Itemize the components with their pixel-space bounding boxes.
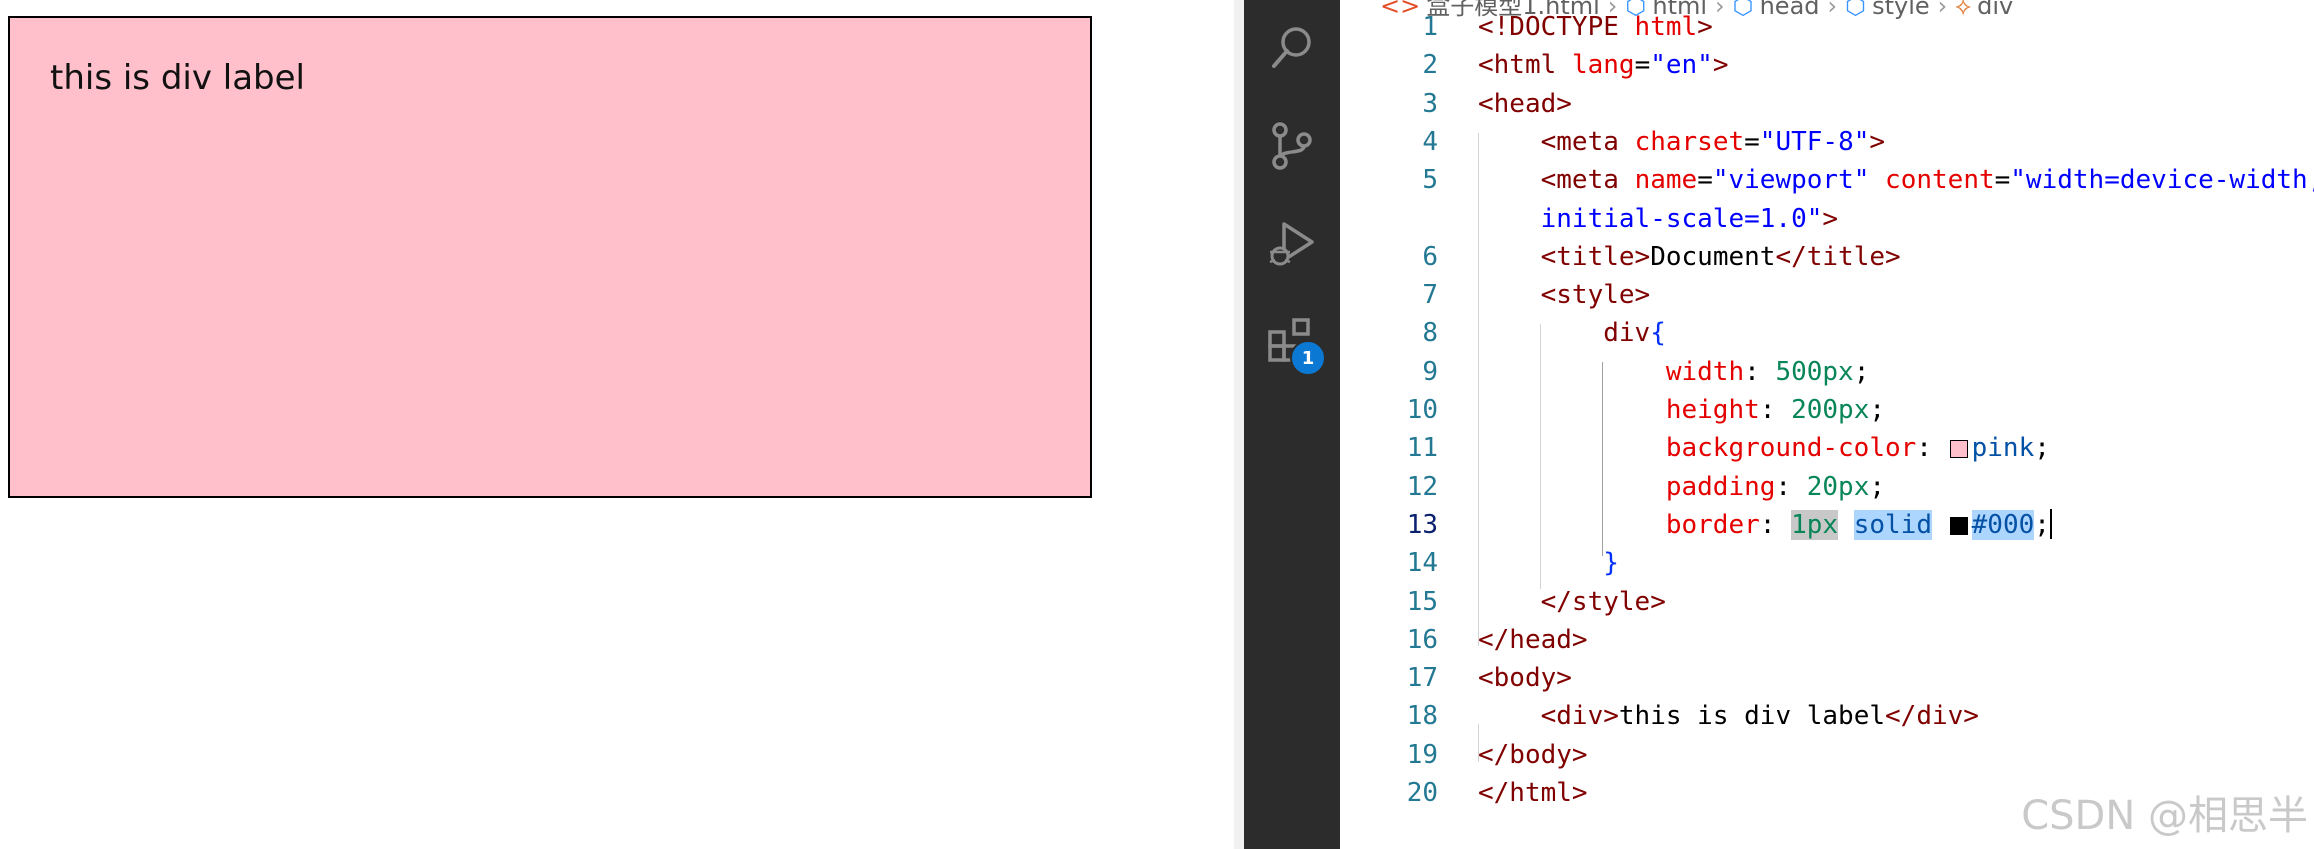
code-text[interactable]: <title>Document</title>: [1478, 238, 1901, 276]
code-text[interactable]: <html lang="en">: [1478, 46, 1729, 84]
line-number: 2: [1422, 50, 1438, 81]
code-editor[interactable]: <> 盒子模型1.html › ⬡ html › ⬡ head › ⬡ style › ⟡ div 1 <!…: [1340, 0, 2314, 849]
pane-divider[interactable]: [1234, 0, 1244, 849]
code-text[interactable]: </style>: [1478, 583, 1666, 621]
line-number: 20: [1406, 778, 1438, 808]
code-text[interactable]: <div>this is div label</div>: [1478, 697, 1979, 735]
code-text[interactable]: <body>: [1478, 659, 1572, 697]
code-text[interactable]: padding: 20px;: [1478, 468, 1885, 506]
code-text[interactable]: <!DOCTYPE html>: [1478, 8, 1713, 46]
code-text[interactable]: </body>: [1478, 736, 1588, 774]
line-number: 6: [1422, 241, 1438, 272]
line-number: 15: [1406, 586, 1438, 617]
line-number: 16: [1406, 624, 1438, 655]
code-text[interactable]: background-color: pink;: [1478, 429, 2050, 467]
line-number: 1: [1422, 12, 1438, 42]
source-control-icon[interactable]: [1266, 120, 1318, 172]
line-number: 9: [1422, 356, 1438, 387]
line-number: 3: [1422, 88, 1438, 119]
line-number: 8: [1422, 318, 1438, 349]
run-debug-icon[interactable]: [1266, 218, 1318, 270]
breadcrumb-style[interactable]: style: [1872, 0, 1930, 20]
text-cursor: [2049, 508, 2052, 539]
browser-preview: this is div label: [0, 0, 1234, 849]
element-icon: ⬡: [1845, 0, 1867, 20]
breadcrumb-head[interactable]: head: [1760, 0, 1820, 20]
code-text[interactable]: </head>: [1478, 621, 1588, 659]
line-number: 18: [1406, 701, 1438, 732]
code-text[interactable]: div{: [1478, 314, 1666, 352]
activity-bar: [1244, 0, 1340, 849]
line-number: 4: [1422, 126, 1438, 157]
line-number: 10: [1406, 395, 1438, 425]
demo-div-box: this is div label: [8, 16, 1092, 498]
code-text[interactable]: border: 1px solid #000;: [1478, 506, 2052, 544]
watermark: CSDN @相思半: [2021, 793, 2308, 839]
demo-div-label: this is div label: [50, 58, 305, 98]
color-swatch-pink[interactable]: [1949, 440, 1968, 459]
code-text[interactable]: <meta name="viewport" content="width=dev…: [1478, 161, 2314, 199]
code-text[interactable]: initial-scale=1.0">: [1478, 200, 1838, 238]
line-number: 17: [1406, 663, 1438, 694]
line-number: 14: [1406, 548, 1438, 579]
code-text[interactable]: </html>: [1478, 774, 1588, 812]
chevron-right-icon: ›: [1937, 0, 1948, 20]
line-number: 19: [1406, 739, 1438, 770]
line-number: 12: [1406, 471, 1438, 502]
code-text[interactable]: height: 200px;: [1478, 391, 1885, 429]
line-number: 7: [1422, 280, 1438, 311]
breadcrumb-div[interactable]: div: [1977, 0, 2013, 20]
selector-icon: ⟡: [1955, 0, 1972, 20]
element-icon: ⬡: [1732, 0, 1754, 20]
color-swatch-black[interactable]: [1949, 516, 1968, 535]
extensions-badge: 1: [1290, 340, 1326, 376]
chevron-right-icon: ›: [1827, 0, 1838, 20]
code-text[interactable]: <style>: [1478, 276, 1651, 314]
line-number: 5: [1422, 165, 1438, 196]
search-icon[interactable]: [1266, 22, 1318, 74]
chevron-right-icon: ›: [1715, 0, 1725, 20]
code-text[interactable]: width: 500px;: [1478, 353, 1870, 391]
code-text[interactable]: }: [1478, 544, 1619, 582]
code-text[interactable]: <meta charset="UTF-8">: [1478, 123, 1885, 161]
line-number: 13: [1406, 509, 1438, 540]
line-number: 11: [1406, 433, 1438, 464]
code-text[interactable]: <head>: [1478, 85, 1572, 123]
